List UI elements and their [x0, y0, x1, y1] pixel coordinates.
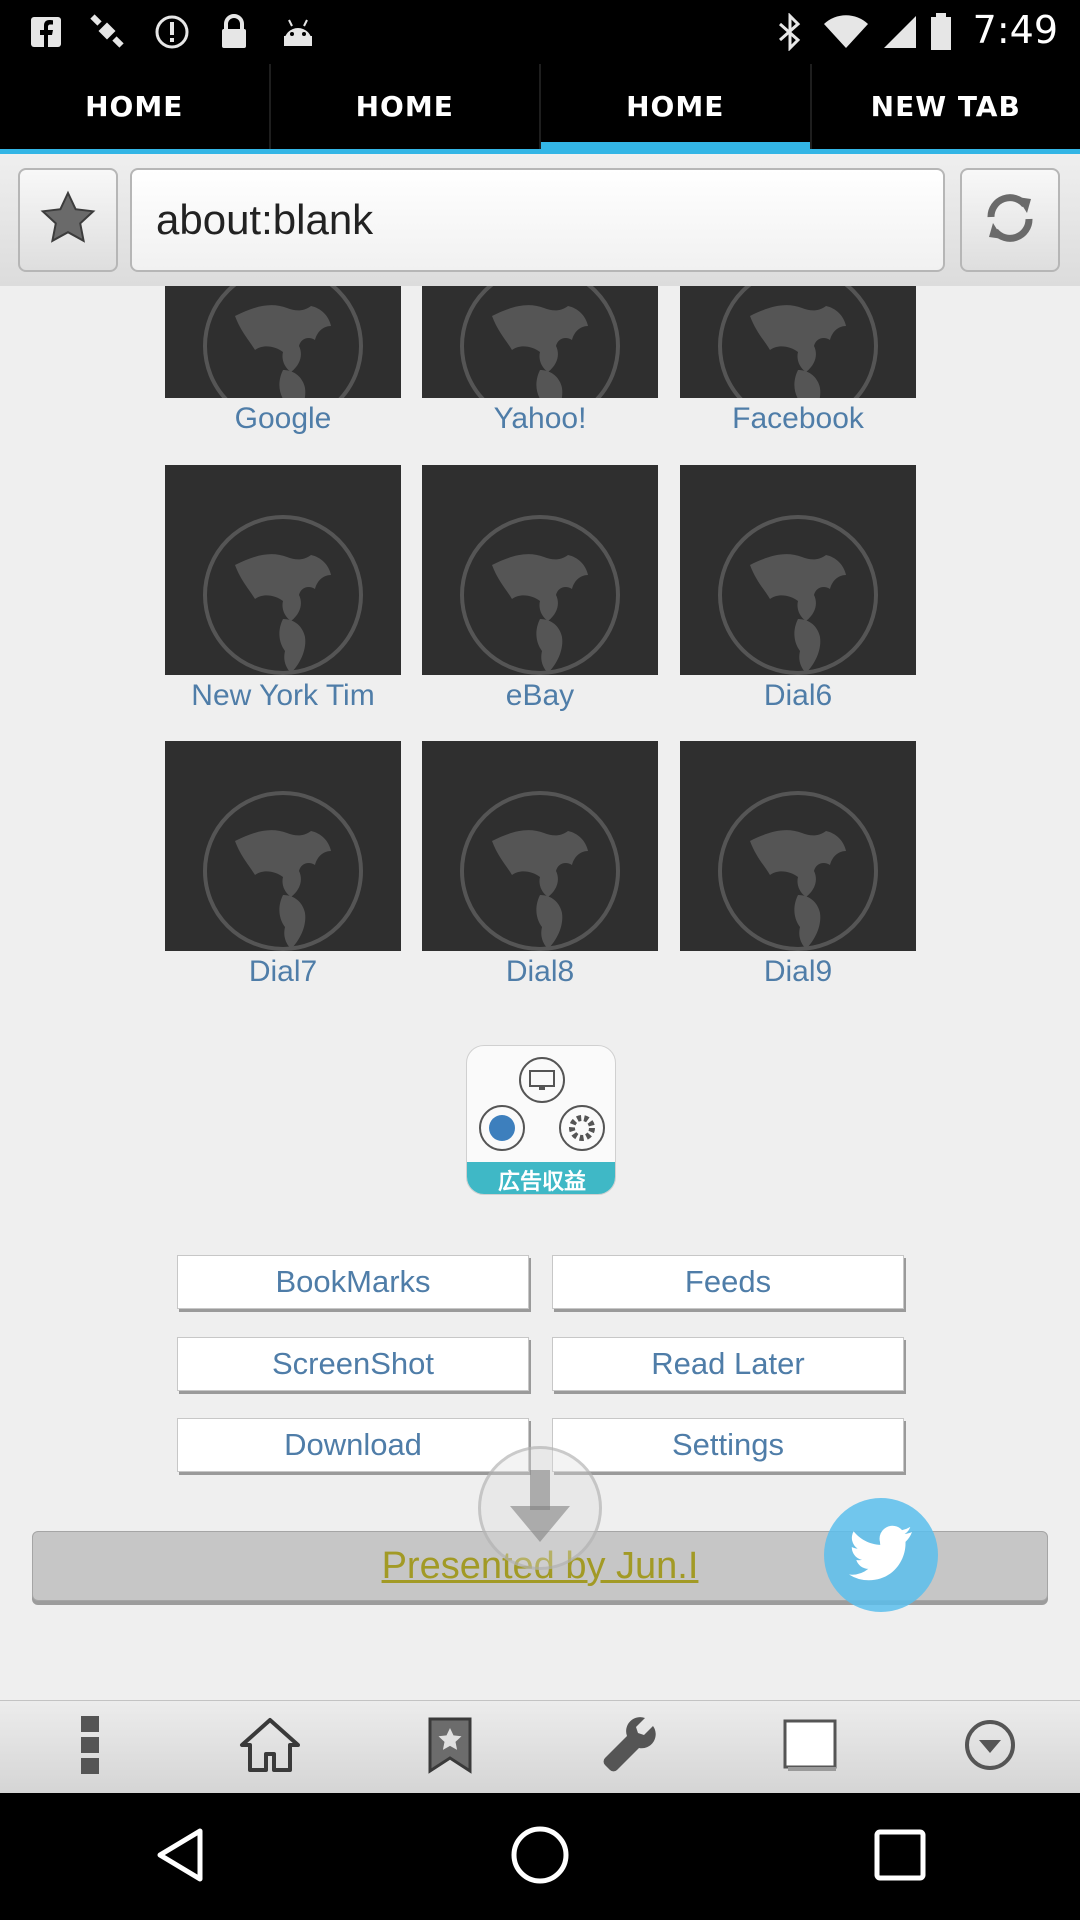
dial-label: Google	[234, 402, 332, 435]
dial-thumbnail	[422, 465, 658, 675]
more-menu-button[interactable]	[50, 1707, 130, 1787]
globe-icon	[718, 791, 878, 951]
globe-icon	[460, 515, 620, 675]
globe-icon	[460, 286, 620, 398]
tab-home-2[interactable]: HOME	[271, 64, 541, 149]
back-button[interactable]	[120, 1807, 240, 1907]
tab-new-tab[interactable]: NEW TAB	[812, 64, 1080, 149]
dial-label: Dial7	[248, 955, 318, 988]
dial-label: Dial9	[763, 955, 833, 988]
speed-dial-google[interactable]: Google	[165, 286, 401, 436]
speed-dial-ebay[interactable]: eBay	[422, 465, 658, 713]
globe-icon	[203, 515, 363, 675]
dial-label: New York Tim	[191, 679, 375, 712]
globe-icon	[203, 791, 363, 951]
speed-dial-7[interactable]: Dial7	[165, 741, 401, 989]
dropdown-button[interactable]	[950, 1707, 1030, 1787]
speed-dial-new-york-times[interactable]: New York Tim	[165, 465, 401, 713]
dial-thumbnail	[422, 741, 658, 951]
url-input[interactable]: about:blank	[130, 168, 945, 272]
home-button[interactable]	[230, 1707, 310, 1787]
url-bar: about:blank	[0, 154, 1080, 286]
bookmark-star-button[interactable]	[18, 168, 118, 272]
dial-thumbnail	[165, 286, 401, 398]
feeds-button[interactable]: Feeds	[552, 1255, 904, 1309]
refresh-icon	[981, 189, 1039, 251]
dial-thumbnail	[422, 286, 658, 398]
twitter-button[interactable]	[824, 1498, 938, 1612]
download-arrow-icon	[505, 1466, 575, 1550]
speed-dial-yahoo[interactable]: Yahoo!	[422, 286, 658, 436]
facebook-icon	[28, 14, 64, 50]
home-circle-icon	[508, 1823, 572, 1891]
globe-icon	[718, 286, 878, 398]
home-nav-button[interactable]	[480, 1807, 600, 1907]
signal-icon	[880, 14, 920, 50]
ad-caption: 広告収益	[497, 1170, 586, 1195]
tabs-icon	[781, 1718, 839, 1776]
dial-label: Facebook	[732, 402, 864, 435]
tools-button[interactable]	[590, 1707, 670, 1787]
system-navigation-bar	[0, 1793, 1080, 1920]
back-icon	[152, 1825, 208, 1889]
speed-dial-9[interactable]: Dial9	[680, 741, 916, 989]
alert-icon	[152, 14, 192, 50]
speed-dial-facebook[interactable]: Facebook	[680, 286, 916, 436]
dial-thumbnail	[680, 465, 916, 675]
tab-home-1[interactable]: HOME	[0, 64, 271, 149]
dial-label: eBay	[505, 679, 575, 712]
bluetooth-icon	[772, 13, 808, 51]
recents-button[interactable]	[840, 1807, 960, 1907]
tab-bar: HOME HOME HOME NEW TAB	[0, 64, 1080, 154]
dial-label: Dial8	[505, 955, 575, 988]
dial-thumbnail	[680, 741, 916, 951]
bookmarks-toolbar-button[interactable]	[410, 1707, 490, 1787]
download-button[interactable]: Download	[177, 1418, 529, 1472]
satellite-icon	[88, 14, 128, 50]
dropdown-icon	[962, 1717, 1018, 1777]
dial-label: Yahoo!	[493, 402, 587, 435]
dial-label: Dial6	[763, 679, 833, 712]
star-icon	[39, 190, 97, 250]
globe-icon	[460, 791, 620, 951]
android-icon	[278, 14, 318, 50]
globe-icon	[203, 286, 363, 398]
bookmark-icon	[427, 1716, 473, 1778]
read-later-button[interactable]: Read Later	[552, 1337, 904, 1391]
browser-toolbar	[0, 1700, 1080, 1793]
tab-home-3[interactable]: HOME	[541, 64, 812, 154]
wifi-icon	[822, 14, 870, 50]
recents-icon	[872, 1827, 928, 1887]
settings-button[interactable]: Settings	[552, 1418, 904, 1472]
tabs-button[interactable]	[770, 1707, 850, 1787]
dial-thumbnail	[165, 741, 401, 951]
screenshot-button[interactable]: ScreenShot	[177, 1337, 529, 1391]
status-bar: 7:49	[0, 0, 1080, 64]
refresh-button[interactable]	[960, 168, 1060, 272]
dial-thumbnail	[680, 286, 916, 398]
twitter-bird-icon	[848, 1525, 914, 1585]
battery-icon	[928, 13, 954, 50]
lock-icon	[216, 14, 252, 50]
home-icon	[239, 1717, 301, 1777]
dial-thumbnail	[165, 465, 401, 675]
download-float-button[interactable]	[478, 1446, 602, 1570]
speed-dial-6[interactable]: Dial6	[680, 465, 916, 713]
bookmarks-button[interactable]: BookMarks	[177, 1255, 529, 1309]
more-icon	[75, 1712, 105, 1782]
ad-revenue-icon[interactable]: 広告収益	[466, 1045, 616, 1195]
status-time: 7:49	[972, 8, 1058, 52]
globe-icon	[718, 515, 878, 675]
speed-dial-8[interactable]: Dial8	[422, 741, 658, 989]
wrench-icon	[601, 1716, 659, 1778]
